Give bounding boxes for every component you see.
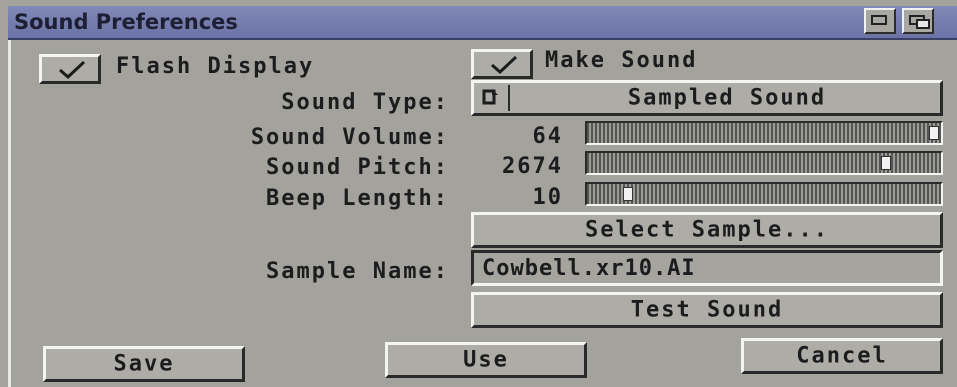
sound-volume-slider[interactable] (585, 121, 943, 145)
cycle-icon (482, 89, 498, 105)
sound-type-value: Sampled Sound (627, 85, 827, 111)
test-sound-label: Test Sound (630, 297, 784, 323)
window-title: Sound Preferences (14, 10, 238, 34)
beep-length-knob[interactable] (623, 187, 633, 201)
title-bar[interactable]: Sound Preferences (8, 6, 957, 40)
beep-length-label: Beep Length: (266, 186, 449, 211)
make-sound-checkbox[interactable] (471, 49, 533, 79)
use-label: Use (463, 347, 509, 373)
sound-type-label: Sound Type: (281, 90, 449, 115)
sample-name-field[interactable]: Cowbell.xr10.AI (471, 250, 943, 286)
select-sample-label: Select Sample... (585, 217, 829, 243)
check-icon (491, 55, 518, 75)
sound-type-cycle-button[interactable]: Sampled Sound (471, 80, 943, 116)
beep-length-value: 10 (532, 185, 563, 210)
cancel-button[interactable]: Cancel (741, 338, 943, 374)
save-label: Save (113, 351, 175, 377)
sample-name-label: Sample Name: (266, 259, 449, 284)
select-sample-button[interactable]: Select Sample... (471, 212, 943, 248)
check-icon (59, 60, 86, 80)
save-button[interactable]: Save (43, 346, 245, 382)
flash-display-checkbox[interactable] (39, 54, 101, 84)
test-sound-button[interactable]: Test Sound (471, 292, 943, 328)
cycle-separator (508, 85, 510, 111)
sound-volume-knob[interactable] (929, 126, 939, 140)
zoom-gadget-icon[interactable] (864, 8, 896, 34)
sound-pitch-value: 2674 (502, 154, 563, 179)
sound-pitch-label: Sound Pitch: (266, 155, 449, 180)
sound-volume-value: 64 (532, 124, 563, 149)
sample-name-value: Cowbell.xr10.AI (482, 256, 696, 281)
depth-gadget-icon[interactable] (902, 8, 934, 34)
beep-length-slider[interactable] (585, 182, 943, 206)
make-sound-label: Make Sound (545, 48, 698, 73)
flash-display-label: Flash Display (116, 54, 315, 79)
sound-volume-label: Sound Volume: (250, 125, 449, 150)
cancel-label: Cancel (796, 343, 888, 369)
use-button[interactable]: Use (385, 342, 587, 378)
sound-pitch-knob[interactable] (881, 156, 892, 170)
sound-preferences-window: Flash Display Make Sound Sound Type: Sam… (8, 40, 957, 387)
sound-pitch-slider[interactable] (585, 151, 943, 175)
